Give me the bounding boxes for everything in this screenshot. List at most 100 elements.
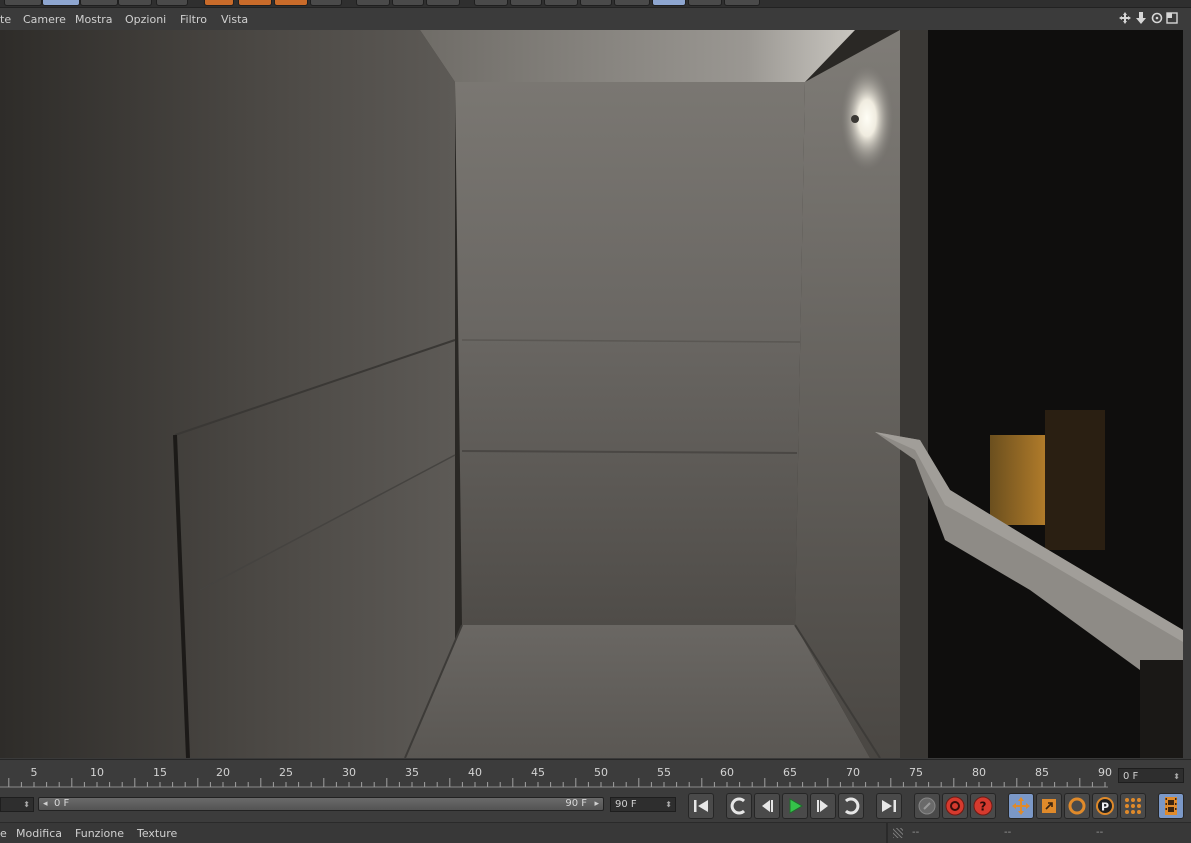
frame-range-slider[interactable]: ◂ 0 F 90 F ▸ bbox=[38, 797, 604, 811]
play-icon bbox=[789, 798, 803, 814]
menu-item-opzioni[interactable]: Opzioni bbox=[125, 13, 166, 26]
points-key-icon bbox=[1125, 798, 1141, 814]
stepper-icon[interactable]: ⬍ bbox=[23, 798, 30, 812]
tick-label: 45 bbox=[531, 766, 545, 779]
next-key-icon bbox=[844, 797, 860, 815]
menu-item-mostra[interactable]: Mostra bbox=[75, 13, 113, 26]
transport-bar: ⬍ ◂ 0 F 90 F ▸ 90 F ⬍ ? P bbox=[0, 791, 1191, 822]
toolbar-button[interactable] bbox=[310, 0, 342, 6]
tick-label: 20 bbox=[216, 766, 230, 779]
go-to-start-button[interactable] bbox=[688, 793, 714, 819]
tick-label: 55 bbox=[657, 766, 671, 779]
rotation-key-button[interactable] bbox=[1064, 793, 1090, 819]
render-view-button[interactable] bbox=[238, 0, 272, 6]
rotate-view-icon[interactable] bbox=[1151, 12, 1163, 24]
range-start-label: 0 F bbox=[54, 798, 70, 809]
play-button[interactable] bbox=[782, 793, 808, 819]
next-frame-icon bbox=[817, 800, 828, 812]
move-view-icon[interactable] bbox=[1119, 12, 1131, 24]
status-value: -- bbox=[1096, 827, 1104, 838]
key-disabled-icon bbox=[918, 797, 936, 815]
tick-label: 65 bbox=[783, 766, 797, 779]
toolbar-button[interactable] bbox=[156, 0, 188, 6]
svg-text:?: ? bbox=[980, 800, 987, 814]
range-left-arrow-icon[interactable]: ◂ bbox=[43, 798, 48, 810]
status-value: -- bbox=[1004, 827, 1012, 838]
toolbar-button[interactable] bbox=[392, 0, 424, 6]
toolbar-button[interactable] bbox=[652, 0, 686, 6]
tick-label: 85 bbox=[1035, 766, 1049, 779]
tick-label: 5 bbox=[30, 766, 38, 779]
scheme-button[interactable] bbox=[1158, 793, 1184, 819]
menu-item-filtro[interactable]: Filtro bbox=[180, 13, 207, 26]
previous-frame-button[interactable] bbox=[754, 793, 780, 819]
scale-key-icon bbox=[1042, 799, 1056, 813]
menu-item-camere[interactable]: Camere bbox=[23, 13, 66, 26]
tick-label: 75 bbox=[909, 766, 923, 779]
previous-key-icon bbox=[730, 797, 746, 815]
menu-item-vista[interactable]: Vista bbox=[221, 13, 248, 26]
viewport-menu-bar: te Camere Mostra Opzioni Filtro Vista bbox=[0, 8, 1191, 31]
zoom-view-icon[interactable] bbox=[1135, 12, 1147, 24]
current-frame-field[interactable]: 0 F ⬍ bbox=[1118, 768, 1184, 783]
next-frame-button[interactable] bbox=[810, 793, 836, 819]
menu-item-funzione[interactable]: Funzione bbox=[75, 827, 124, 840]
position-key-button[interactable] bbox=[1008, 793, 1034, 819]
record-icon bbox=[945, 796, 965, 816]
help-key-icon: ? bbox=[973, 796, 993, 816]
start-frame-field[interactable]: ⬍ bbox=[0, 797, 34, 812]
status-value: -- bbox=[912, 827, 920, 838]
toolbar-button[interactable] bbox=[580, 0, 612, 6]
tick-label: 25 bbox=[279, 766, 293, 779]
toolbar-button[interactable] bbox=[426, 0, 460, 6]
toolbar-button[interactable] bbox=[42, 0, 80, 6]
grip-handle-icon[interactable] bbox=[893, 828, 903, 838]
ruler-ticks bbox=[0, 778, 1108, 788]
tick-label: 15 bbox=[153, 766, 167, 779]
toolbar-button[interactable] bbox=[80, 0, 118, 6]
viewport-border bbox=[1183, 30, 1191, 758]
render-settings-button[interactable] bbox=[274, 0, 308, 6]
maximize-view-icon[interactable] bbox=[1166, 12, 1178, 24]
timeline-ruler[interactable]: 5 10 15 20 25 30 35 40 45 50 55 60 65 70… bbox=[0, 759, 1191, 792]
toolbar-button[interactable] bbox=[724, 0, 760, 6]
go-to-start-icon bbox=[694, 800, 708, 812]
menu-item-modifica[interactable]: Modifica bbox=[16, 827, 62, 840]
toolbar-button[interactable] bbox=[544, 0, 578, 6]
stepper-icon[interactable]: ⬍ bbox=[665, 798, 672, 812]
range-end-label: 90 F bbox=[565, 798, 587, 809]
go-to-end-button[interactable] bbox=[876, 793, 902, 819]
range-right-arrow-icon[interactable]: ▸ bbox=[594, 798, 599, 810]
parameter-key-icon: P bbox=[1096, 797, 1114, 815]
svg-text:P: P bbox=[1101, 801, 1109, 814]
render-button[interactable] bbox=[204, 0, 234, 6]
menu-item-texture[interactable]: Texture bbox=[137, 827, 177, 840]
end-frame-field[interactable]: 90 F ⬍ bbox=[610, 797, 676, 812]
previous-frame-icon bbox=[762, 800, 773, 812]
panel-divider bbox=[886, 823, 888, 843]
end-frame-value: 90 F bbox=[615, 799, 637, 810]
toolbar-button[interactable] bbox=[356, 0, 390, 6]
toolbar-button[interactable] bbox=[4, 0, 42, 6]
toolbar-button[interactable] bbox=[614, 0, 650, 6]
point-level-key-button[interactable] bbox=[1120, 793, 1146, 819]
previous-key-button[interactable] bbox=[726, 793, 752, 819]
toolbar-button[interactable] bbox=[118, 0, 152, 6]
tick-label: 90 bbox=[1098, 766, 1112, 779]
menu-item-partial[interactable]: e bbox=[0, 827, 7, 840]
menu-item-cameras-partial[interactable]: te bbox=[0, 13, 11, 26]
record-active-objects-button[interactable] bbox=[914, 793, 940, 819]
toolbar-button[interactable] bbox=[474, 0, 508, 6]
toolbar-button[interactable] bbox=[510, 0, 542, 6]
tick-label: 60 bbox=[720, 766, 734, 779]
keyframe-selection-button[interactable]: ? bbox=[970, 793, 996, 819]
autokey-button[interactable] bbox=[942, 793, 968, 819]
3d-viewport[interactable] bbox=[0, 30, 1183, 758]
tick-label: 70 bbox=[846, 766, 860, 779]
stepper-icon[interactable]: ⬍ bbox=[1173, 769, 1180, 784]
toolbar-button[interactable] bbox=[688, 0, 722, 6]
main-toolbar bbox=[0, 0, 1191, 8]
parameter-key-button[interactable]: P bbox=[1092, 793, 1118, 819]
next-key-button[interactable] bbox=[838, 793, 864, 819]
scale-key-button[interactable] bbox=[1036, 793, 1062, 819]
